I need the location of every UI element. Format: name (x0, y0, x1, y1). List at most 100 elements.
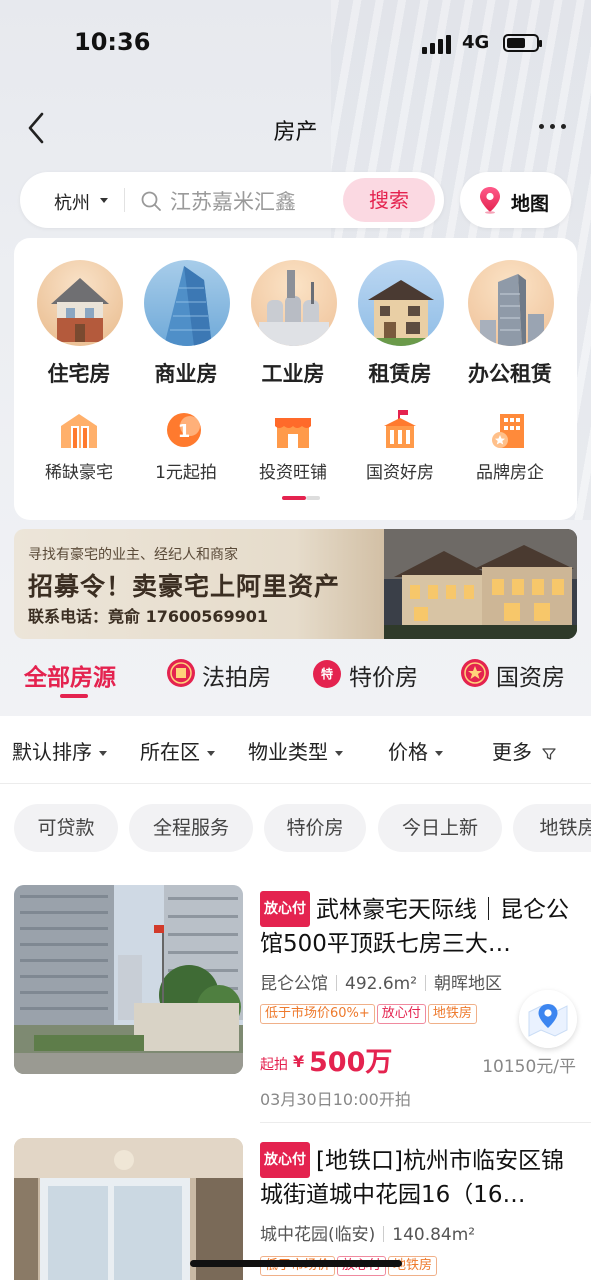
chip-full-service[interactable]: 全程服务 (129, 804, 253, 852)
house-icon (51, 278, 109, 342)
unit-price: 10150元/平 (482, 1057, 576, 1077)
promo-banner[interactable]: 寻找有豪宅的业主、经纪人和商家 招募令！卖豪宅上阿里资产 联系电话：竟俞 176… (14, 529, 577, 639)
price-currency: ¥ (293, 1052, 305, 1071)
category-label: 品牌房企 (476, 463, 544, 483)
listing-title: 放心付 [地铁口]杭州市临安区锦城街道城中花园16（16… (260, 1142, 578, 1210)
category-state-owned[interactable]: 国资好房 (345, 406, 455, 486)
category-residential[interactable]: 住宅房 (24, 260, 134, 390)
filter-label: 价格 (388, 740, 428, 764)
category-office-rental[interactable]: 办公租赁 (455, 260, 565, 390)
chip-new-today[interactable]: 今日上新 (378, 804, 502, 852)
shop-icon (275, 418, 311, 448)
status-time: 10:36 (74, 28, 151, 56)
tab-label: 国资房 (496, 665, 565, 691)
quick-filter-chips: 可贷款 全程服务 特价房 今日上新 地铁房 (0, 784, 591, 872)
category-label: 投资旺铺 (259, 463, 327, 483)
nav-bar: 房产 (0, 100, 591, 156)
status-bar: 10:36 4G (0, 0, 591, 90)
filter-label: 默认排序 (12, 740, 92, 764)
listing-list: 放心付 武林豪宅天际线｜昆仑公馆500平顶跃七房三大… 昆仑公馆 492.6m² 朝晖… (0, 872, 591, 1280)
state-building-icon (384, 410, 416, 448)
category-brand-developer[interactable]: 品牌房企 (455, 406, 565, 486)
listing-tag: 放心付 (260, 1142, 310, 1178)
city-selector[interactable]: 杭州 (54, 189, 90, 215)
funnel-icon (542, 747, 557, 760)
mansion-icon (61, 414, 97, 448)
listing-meta: 城中花园(临安) 140.84m² (260, 1220, 475, 1245)
category-card: 住宅房 商业房 工业房 租赁房 办公租赁 稀缺豪宅 1 1元起拍 投资旺铺 国资… (14, 238, 577, 520)
filter-property-type[interactable]: 物业类型 (248, 736, 343, 765)
category-label: 1元起拍 (155, 463, 217, 483)
listing-photo (14, 1138, 243, 1280)
listing-district: 朝晖地区 (434, 974, 503, 994)
map-float-button[interactable] (519, 990, 577, 1048)
category-investment-shop[interactable]: 投资旺铺 (238, 406, 348, 486)
category-luxury[interactable]: 稀缺豪宅 (24, 406, 134, 486)
svg-text:1: 1 (178, 421, 191, 442)
listing-area: 140.84m² (392, 1225, 476, 1245)
chevron-down-icon (99, 751, 107, 756)
special-price-icon: 特 (313, 660, 341, 688)
chevron-down-icon (435, 751, 443, 756)
chevron-down-icon (207, 751, 215, 756)
category-commercial[interactable]: 商业房 (131, 260, 241, 390)
category-label: 商业房 (154, 362, 218, 386)
filter-label: 更多 (492, 740, 532, 764)
battery-icon (503, 34, 542, 52)
network-type: 4G (462, 32, 490, 53)
category-label: 稀缺豪宅 (45, 463, 113, 483)
page-title: 房产 (273, 120, 318, 145)
listing-area: 492.6m² (345, 974, 418, 994)
listing-title: 放心付 武林豪宅天际线｜昆仑公馆500平顶跃七房三大… (260, 891, 578, 959)
listing-tabs: 全部房源 法拍房 特 特价房 国资房 (0, 650, 591, 710)
search-input[interactable]: 江苏嘉米汇鑫 (170, 186, 296, 216)
category-label: 住宅房 (47, 362, 111, 386)
map-label: 地图 (511, 193, 550, 215)
more-icon[interactable] (539, 120, 569, 132)
chip-special-price[interactable]: 特价房 (264, 804, 366, 852)
court-auction-icon (167, 659, 195, 687)
category-label: 工业房 (261, 362, 325, 386)
filter-label: 所在区 (140, 740, 200, 764)
villa-icon (358, 280, 444, 346)
search-button[interactable]: 搜索 (343, 178, 435, 222)
category-label: 国资好房 (366, 463, 434, 483)
chip-metro[interactable]: 地铁房 (513, 804, 591, 852)
listing-tag: 放心付 (260, 891, 310, 927)
search-row: 杭州 江苏嘉米汇鑫 搜索 地图 (20, 172, 571, 228)
category-industrial[interactable]: 工业房 (238, 260, 348, 390)
tab-all[interactable]: 全部房源 (24, 658, 116, 698)
page-indicator (282, 496, 320, 500)
category-label: 租赁房 (368, 362, 432, 386)
banner-contact: 联系电话：竟俞 17600569901 (28, 607, 269, 626)
map-button[interactable]: 地图 (460, 172, 571, 228)
auction-time: 03月30日10:00开拍 (260, 1090, 411, 1109)
chevron-down-icon (100, 198, 108, 203)
filter-district[interactable]: 所在区 (140, 736, 215, 765)
filter-more[interactable]: 更多 (492, 736, 557, 765)
badge-metro: 地铁房 (427, 1004, 477, 1024)
tab-label: 特价房 (349, 665, 418, 691)
price-prefix: 起拍 (260, 1057, 288, 1073)
villa-photo (384, 529, 577, 639)
listing-photo (14, 885, 243, 1074)
filter-sort[interactable]: 默认排序 (12, 736, 107, 765)
listing-badges: 低于市场价60%+ 放心付 地铁房 (260, 1002, 479, 1024)
search-icon (141, 191, 161, 211)
brand-building-icon (492, 414, 524, 448)
chevron-down-icon (335, 751, 343, 756)
map-pin-icon (528, 1004, 568, 1037)
category-rental[interactable]: 租赁房 (345, 260, 455, 390)
divider (260, 1122, 591, 1123)
filter-bar: 默认排序 所在区 物业类型 价格 更多 (0, 716, 591, 784)
chip-loan[interactable]: 可贷款 (14, 804, 118, 852)
category-one-yuan[interactable]: 1 1元起拍 (131, 406, 241, 486)
search-box[interactable]: 杭州 江苏嘉米汇鑫 搜索 (20, 172, 444, 228)
badge-safe-pay: 放心付 (376, 1004, 426, 1024)
banner-title: 招募令！卖豪宅上阿里资产 (28, 572, 341, 601)
filter-price[interactable]: 价格 (388, 736, 443, 765)
banner-subtitle: 寻找有豪宅的业主、经纪人和商家 (28, 547, 238, 563)
listing-community: 昆仑公馆 (260, 974, 328, 994)
badge-below-market: 低于市场价60%+ (260, 1004, 375, 1024)
starting-price: 500万 (309, 1047, 393, 1078)
